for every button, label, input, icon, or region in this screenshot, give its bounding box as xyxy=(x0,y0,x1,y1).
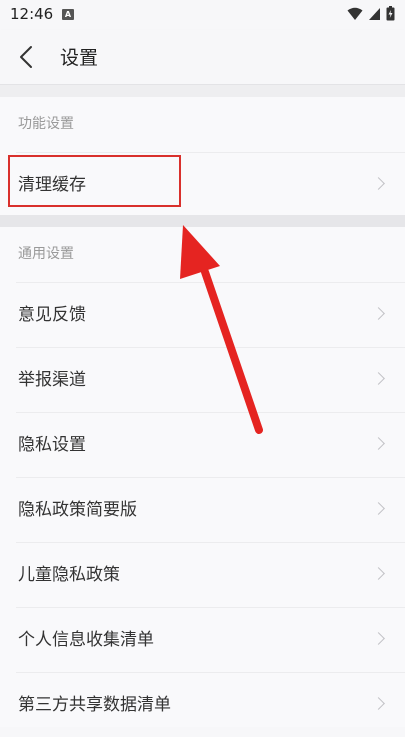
back-button[interactable] xyxy=(14,44,40,70)
settings-item-label: 个人信息收集清单 xyxy=(18,630,154,650)
settings-item-label: 隐私设置 xyxy=(18,435,86,455)
section-divider xyxy=(0,215,405,227)
battery-icon xyxy=(386,6,395,21)
settings-item-label: 意见反馈 xyxy=(18,305,86,325)
settings-item-label: 儿童隐私政策 xyxy=(18,565,120,585)
status-bar: 12:46 A xyxy=(0,0,405,30)
settings-item-personal-info-list[interactable]: 个人信息收集清单 xyxy=(16,607,405,672)
chevron-right-icon xyxy=(372,177,385,190)
settings-item-label: 隐私政策简要版 xyxy=(18,500,137,520)
chevron-right-icon xyxy=(372,632,385,645)
settings-item-children-privacy-policy[interactable]: 儿童隐私政策 xyxy=(16,542,405,607)
status-time: 12:46 xyxy=(10,5,54,23)
chevron-left-icon xyxy=(20,46,32,68)
chevron-right-icon xyxy=(372,307,385,320)
settings-item-label: 举报渠道 xyxy=(18,370,86,390)
page-title: 设置 xyxy=(60,47,99,69)
notification-icon: A xyxy=(62,9,74,20)
settings-item-third-party-sharing-list[interactable]: 第三方共享数据清单 xyxy=(16,672,405,737)
section-title: 通用设置 xyxy=(18,246,74,262)
top-nav-bar: 设置 xyxy=(0,30,405,85)
chevron-right-icon xyxy=(372,502,385,515)
settings-item-privacy-policy-summary[interactable]: 隐私政策简要版 xyxy=(16,477,405,542)
status-icons xyxy=(347,6,395,21)
signal-icon xyxy=(369,7,380,20)
chevron-right-icon xyxy=(372,437,385,450)
settings-item-report-channel[interactable]: 举报渠道 xyxy=(16,347,405,412)
section-title: 功能设置 xyxy=(18,116,74,132)
settings-item-feedback[interactable]: 意见反馈 xyxy=(16,282,405,347)
settings-item-label: 第三方共享数据清单 xyxy=(18,695,171,715)
settings-item-privacy-settings[interactable]: 隐私设置 xyxy=(16,412,405,477)
section-divider xyxy=(0,85,405,97)
chevron-right-icon xyxy=(372,697,385,710)
section-general-settings: 通用设置 意见反馈 举报渠道 隐私设置 隐私政策简要版 儿童隐私政策 个人信息收… xyxy=(0,227,405,727)
chevron-right-icon xyxy=(372,372,385,385)
highlight-box xyxy=(8,155,181,207)
wifi-icon xyxy=(347,7,363,20)
chevron-right-icon xyxy=(372,567,385,580)
